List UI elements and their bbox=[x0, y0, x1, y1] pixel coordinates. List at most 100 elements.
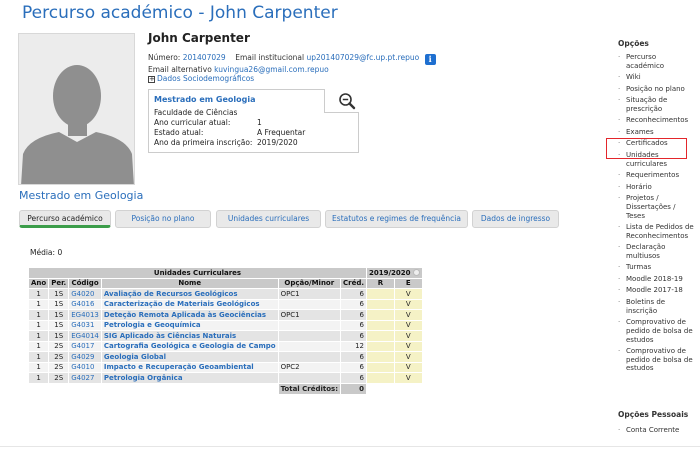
student-photo bbox=[18, 33, 135, 185]
tab-dados-de-ingresso[interactable]: Dados de ingresso bbox=[472, 210, 559, 228]
option-cell: OPC1 bbox=[277, 309, 342, 321]
table-row: 1 2S G4010 Impacto e Recuperação Geoambient… bbox=[27, 361, 423, 373]
page-title: Percurso académico - John Carpenter bbox=[22, 3, 338, 23]
code-link[interactable]: G4027 bbox=[68, 372, 102, 384]
period-cell: 1S bbox=[48, 319, 70, 331]
sidebar-item-lista-de-pedidos-de-reconhecimentos[interactable]: · Lista de Pedidos de Reconhecimentos bbox=[618, 223, 696, 240]
program-title-link[interactable]: Mestrado em Geologia bbox=[154, 95, 255, 104]
col-header: Opção/Minor bbox=[277, 277, 342, 289]
code-link[interactable]: G4017 bbox=[68, 340, 102, 352]
year-label: 2019/2020 bbox=[369, 268, 411, 277]
period-cell: 1S bbox=[48, 288, 70, 300]
year-cell: 1 bbox=[27, 372, 50, 384]
email-alt-label: Email alternativo bbox=[148, 65, 212, 74]
result-r-cell bbox=[366, 309, 395, 321]
result-e-cell: V bbox=[393, 288, 423, 300]
magnifier-minus-icon[interactable] bbox=[338, 92, 356, 110]
alternative-email-link[interactable]: kuvingua26@gmail.com.repuo bbox=[214, 65, 329, 74]
sidebar-item-comprovativo-de-pedido-de-bolsa-de-estudos[interactable]: · Comprovativo de pedido de bolsa de estu… bbox=[618, 318, 696, 344]
table-row: 1 2S G4027 Petrologia Orgânica 6 V bbox=[27, 372, 423, 384]
sidebar-item-comprovativo-de-pedido-de-bolsa-de-estudos[interactable]: · Comprovativo de pedido de bolsa de estu… bbox=[618, 347, 696, 373]
sidebar-item-percurso-academico[interactable]: · Percurso académico bbox=[618, 53, 696, 70]
year-cell: 1 bbox=[27, 309, 50, 321]
bullet-icon: · bbox=[618, 194, 621, 203]
col-header: Código bbox=[68, 277, 102, 289]
result-e-cell: V bbox=[393, 372, 423, 384]
option-cell bbox=[277, 298, 342, 310]
media-line: Média: 0 bbox=[30, 248, 62, 257]
sidebar-item-declaracao-multiusos[interactable]: · Declaração multiusos bbox=[618, 243, 696, 260]
col-header: Nome bbox=[100, 277, 279, 289]
sidebar-item-boletins-de-inscricao[interactable]: · Boletins de inscrição bbox=[618, 298, 696, 315]
sidebar-item-wiki[interactable]: · Wiki bbox=[618, 73, 696, 82]
course-name-link[interactable]: Impacto e Recuperação Geoambiental bbox=[100, 361, 279, 373]
dados-sociodemograficos-link[interactable]: Dados Sociodemográficos bbox=[157, 74, 254, 83]
sidebar-item-situacao-de-prescricao[interactable]: · Situação de prescrição bbox=[618, 96, 696, 113]
credits-cell: 6 bbox=[339, 372, 368, 384]
course-name-link[interactable]: Cartografia Geológica e Geologia de Camp… bbox=[100, 340, 279, 352]
option-cell bbox=[277, 340, 342, 352]
result-r-cell bbox=[366, 351, 395, 363]
course-name-link[interactable]: Avaliação de Recursos Geológicos bbox=[100, 288, 279, 300]
sidebar-item-reconhecimentos[interactable]: · Reconhecimentos bbox=[618, 116, 696, 125]
result-e-cell: V bbox=[393, 340, 423, 352]
sidebar-item-projetos-dissertacoes-teses[interactable]: · Projetos / Dissertações / Teses bbox=[618, 194, 696, 220]
sidebar-item-moodle-2018-19[interactable]: · Moodle 2018-19 bbox=[618, 275, 696, 284]
sidebar-item-turmas[interactable]: · Turmas bbox=[618, 263, 696, 272]
credits-cell: 6 bbox=[339, 351, 368, 363]
sidebar-item-posicao-no-plano[interactable]: · Posição no plano bbox=[618, 85, 696, 94]
col-header: E bbox=[393, 277, 423, 289]
tab-percurso-academico[interactable]: Percurso académico bbox=[19, 210, 111, 228]
sidebar-item-exames[interactable]: · Exames bbox=[618, 128, 696, 137]
period-cell: 2S bbox=[48, 340, 70, 352]
tab-posicao-no-plano[interactable]: Posição no plano bbox=[115, 210, 211, 228]
option-cell bbox=[277, 330, 342, 342]
option-cell: OPC1 bbox=[277, 288, 342, 300]
course-name-link[interactable]: Geologia Global bbox=[100, 351, 279, 363]
media-value: 0 bbox=[57, 248, 63, 257]
course-name-link[interactable]: Petrologia Orgânica bbox=[100, 372, 279, 384]
result-e-cell: V bbox=[393, 361, 423, 373]
code-link[interactable]: G4029 bbox=[68, 351, 102, 363]
plus-box-icon[interactable]: + bbox=[148, 76, 155, 83]
info-icon[interactable]: i bbox=[424, 54, 436, 65]
sidebar-item-horario[interactable]: · Horário bbox=[618, 183, 696, 192]
sidebar-item-moodle-2017-18[interactable]: · Moodle 2017-18 bbox=[618, 286, 696, 295]
code-link[interactable]: G4010 bbox=[68, 361, 102, 373]
year-cell: 1 bbox=[27, 330, 50, 342]
bullet-icon: · bbox=[618, 223, 621, 231]
course-name-link[interactable]: Petrologia e Geoquímica bbox=[100, 319, 279, 331]
student-number-link[interactable]: 201407029 bbox=[183, 53, 226, 62]
code-link[interactable]: EG4013 bbox=[68, 309, 102, 321]
sidebar-item-label: Lista de Pedidos de Reconhecimentos bbox=[626, 223, 694, 240]
code-link[interactable]: G4031 bbox=[68, 319, 102, 331]
course-name-link[interactable]: SIG Aplicado às Ciências Naturais bbox=[100, 330, 279, 342]
tab-unidades-curriculares[interactable]: Unidades curriculares bbox=[216, 210, 321, 228]
sidebar-item-conta-corrente[interactable]: · Conta Corrente bbox=[618, 426, 696, 435]
sidebar-item-label: Posição no plano bbox=[626, 84, 685, 93]
sidebar-item-label: Comprovativo de pedido de bolsa de estud… bbox=[626, 318, 693, 344]
year-cell: 1 bbox=[27, 319, 50, 331]
program-faculty: Faculdade de Ciências bbox=[154, 108, 238, 117]
total-credits-label: Total Créditos: bbox=[277, 382, 342, 395]
bullet-icon: · bbox=[618, 274, 621, 283]
table-row: 1 1S G4020 Avaliação de Recursos Geológicos… bbox=[27, 288, 423, 300]
course-name-link[interactable]: Caracterização de Materiais Geológicos bbox=[100, 298, 279, 310]
table-row: 1 1S G4016 Caracterização de Materiais Geol… bbox=[27, 298, 423, 310]
tab-estatutos-regimes[interactable]: Estatutos e regimes de frequência bbox=[325, 210, 468, 228]
year-cell: 1 bbox=[27, 351, 50, 363]
year-toggle-icon[interactable] bbox=[412, 268, 420, 276]
option-cell bbox=[277, 372, 342, 384]
bullet-icon: · bbox=[618, 347, 621, 355]
alt-email-line: Email alternativo kuvingua26@gmail.com.r… bbox=[148, 65, 329, 74]
sidebar-personal-title: Opções Pessoais bbox=[618, 410, 689, 419]
code-link[interactable]: EG4014 bbox=[68, 330, 102, 342]
code-link[interactable]: G4016 bbox=[68, 298, 102, 310]
result-e-cell: V bbox=[393, 351, 423, 363]
sidebar-item-requerimentos[interactable]: · Requerimentos bbox=[618, 171, 696, 180]
institutional-email-link[interactable]: up201407029@fc.up.pt.repuo bbox=[307, 53, 420, 62]
code-link[interactable]: G4020 bbox=[68, 288, 102, 300]
course-name-link[interactable]: Deteção Remota Aplicada às Geociências bbox=[100, 309, 279, 321]
credits-cell: 6 bbox=[339, 330, 368, 342]
program-row: Ano da primeira inscrição: 2019/2020 bbox=[154, 138, 298, 147]
